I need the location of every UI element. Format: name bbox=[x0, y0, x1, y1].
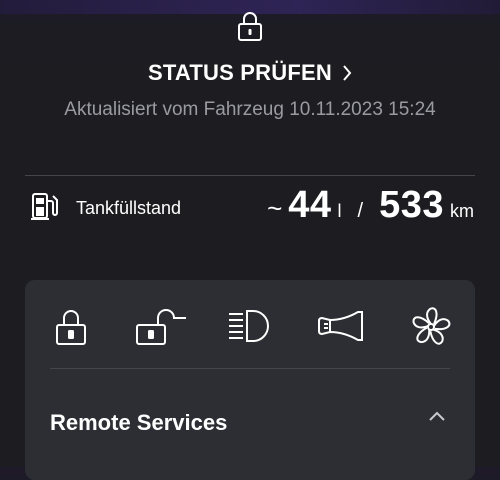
unlock-button[interactable] bbox=[131, 305, 191, 353]
lock-button[interactable] bbox=[47, 305, 95, 353]
headlight-button[interactable] bbox=[223, 305, 271, 353]
range-unit: km bbox=[450, 201, 474, 221]
fuel-separator: / bbox=[357, 200, 364, 222]
remote-services-card: Remote Services bbox=[25, 280, 475, 480]
horn-button[interactable] bbox=[313, 305, 369, 353]
fan-icon bbox=[409, 305, 453, 354]
check-status-link[interactable]: STATUS PRÜFEN bbox=[0, 60, 500, 86]
fuel-values: ~ 44 l / 533 km bbox=[267, 184, 474, 227]
check-status-label: STATUS PRÜFEN bbox=[148, 60, 332, 85]
chevron-up-icon bbox=[428, 409, 446, 427]
fuel-liters-unit: l bbox=[337, 201, 342, 221]
fuel-level-label: Tankfüllstand bbox=[76, 198, 182, 218]
lock-icon bbox=[236, 10, 264, 42]
approx-sign: ~ bbox=[267, 193, 283, 223]
fuel-liters-value: 44 bbox=[288, 184, 332, 226]
lock-icon bbox=[54, 307, 88, 352]
collapse-remote-services-button[interactable] bbox=[423, 406, 451, 430]
range-value: 533 bbox=[379, 184, 444, 226]
fuel-pump-icon bbox=[30, 191, 58, 221]
remote-services-title: Remote Services bbox=[50, 410, 228, 435]
unlock-icon bbox=[134, 307, 188, 352]
chevron-right-icon bbox=[342, 64, 352, 82]
ventilation-button[interactable] bbox=[407, 305, 455, 353]
horn-icon bbox=[314, 307, 368, 352]
section-divider bbox=[25, 175, 475, 176]
last-updated-text: Aktualisiert vom Fahrzeug 10.11.2023 15:… bbox=[64, 99, 436, 120]
headlight-icon bbox=[223, 307, 271, 352]
card-divider bbox=[50, 368, 450, 369]
